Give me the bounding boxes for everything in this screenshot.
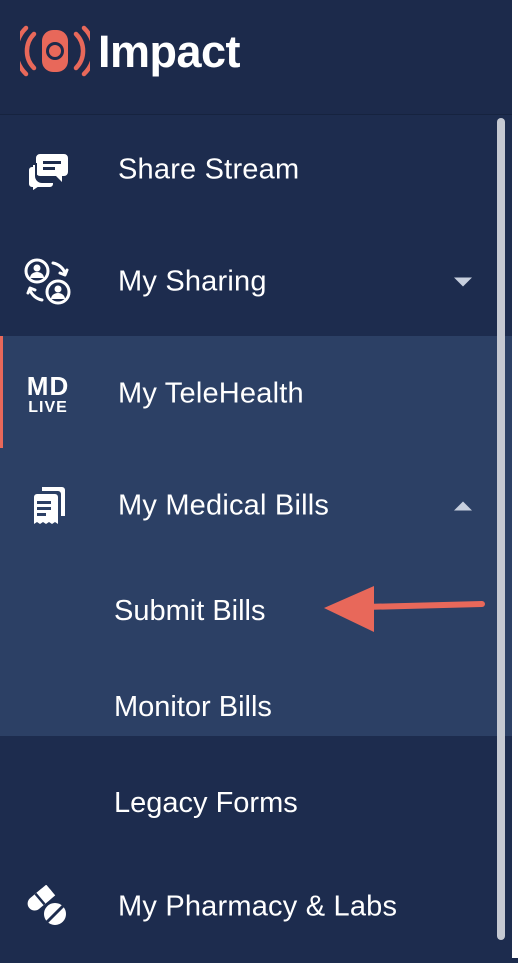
mdlive-logo-icon: MD LIVE	[20, 369, 76, 419]
nav-item-label: My Pharmacy & Labs	[118, 890, 398, 923]
nav-item-share-stream[interactable]: Share Stream	[0, 114, 496, 226]
window-edge	[512, 0, 518, 958]
brand-logo[interactable]: Impact	[20, 16, 241, 86]
nav-item-label: My Medical Bills	[118, 489, 330, 522]
nav-item-label: Share Stream	[118, 153, 300, 186]
mdlive-logo-top: MD	[26, 370, 70, 401]
broadcast-signal-icon	[20, 25, 90, 77]
sidebar-header: Impact	[0, 0, 512, 115]
scrollbar-thumb[interactable]	[497, 118, 505, 940]
chevron-up-icon[interactable]	[454, 501, 472, 511]
nav-item-my-telehealth[interactable]: MD LIVE My TeleHealth	[0, 338, 496, 450]
chevron-down-icon[interactable]	[454, 277, 472, 287]
brand-name: Impact	[98, 25, 241, 77]
sub-item-submit-bills[interactable]: Submit Bills	[114, 591, 266, 631]
nav-item-label: My TeleHealth	[118, 377, 304, 410]
nav-item-my-pharmacy-labs[interactable]: My Pharmacy & Labs	[0, 851, 496, 963]
chat-bubbles-icon	[20, 145, 76, 195]
user-exchange-icon	[20, 257, 76, 307]
sub-item-monitor-bills[interactable]: Monitor Bills	[114, 687, 272, 727]
nav-item-my-medical-bills[interactable]: My Medical Bills	[0, 450, 496, 562]
pills-icon	[20, 882, 76, 932]
sub-item-legacy-forms[interactable]: Legacy Forms	[114, 783, 298, 823]
mdlive-logo-bottom: LIVE	[28, 398, 68, 416]
receipts-icon	[20, 481, 76, 531]
annotation-arrow	[324, 586, 485, 632]
nav-item-label: My Sharing	[118, 265, 267, 298]
app-window: Impact Share Stream My Sharing MD LIVE M…	[0, 0, 518, 958]
nav-item-my-sharing[interactable]: My Sharing	[0, 226, 496, 338]
